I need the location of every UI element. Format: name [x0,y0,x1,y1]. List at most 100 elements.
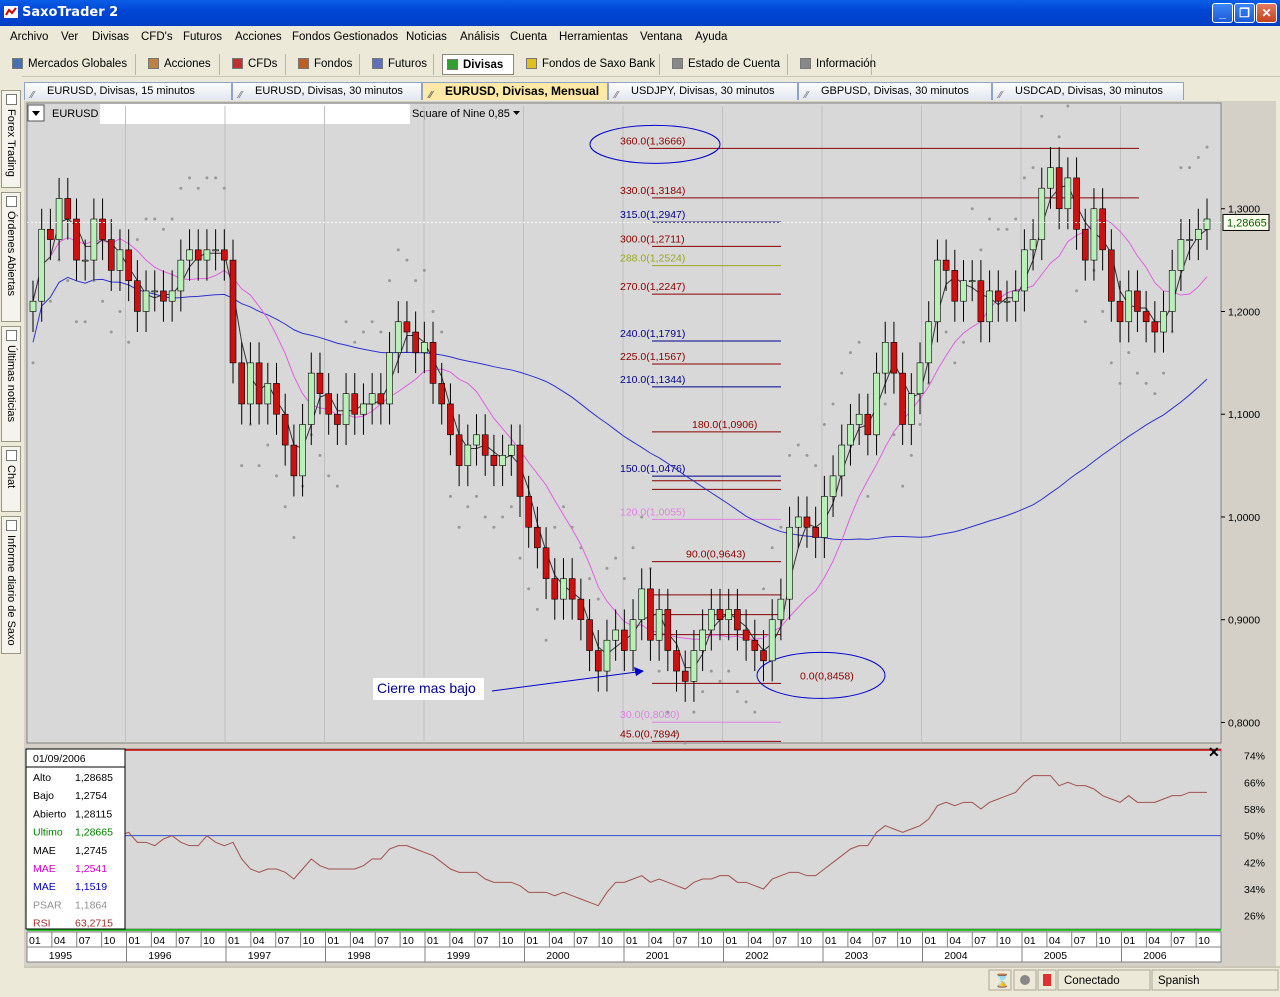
psar-dot [361,330,365,334]
candle-body [594,650,602,672]
menu-fondos-gestionados[interactable]: Fondos Gestionados [292,31,398,43]
candle-body [786,526,793,600]
candle-body [1195,228,1202,240]
price-tick: 1,1000 [1228,409,1260,421]
menu-herramientas[interactable]: Herramientas [559,31,628,43]
info-value: 1,2754 [75,790,107,802]
minimize-button[interactable]: _ [1212,3,1233,23]
close-button[interactable]: ✕ [1256,3,1277,23]
chart-tab-5[interactable]: ⁄⁄ USDCAD, Divisas, 30 minutos [992,82,1184,100]
psar-dot [709,669,713,673]
candle-body [290,444,298,477]
info-label: Bajo [33,790,54,802]
psar-dot [74,320,78,324]
psar-dot [596,597,600,601]
toolbar-mercados-globales[interactable]: Mercados Globales [8,54,136,75]
month-tick: 07 [676,935,688,947]
menu-ayuda[interactable]: Ayuda [695,31,727,43]
psar-dot [727,669,731,673]
toolbar-fondos-de-saxo-bank[interactable]: Fondos de Saxo Bank [522,54,660,75]
menu-divisas[interactable]: Divisas [92,31,129,43]
sidebar-tab-ordenes-abiertas[interactable]: Órdenes Abiertas [1,192,21,322]
chart-tab-0[interactable]: ⁄⁄ EURUSD, Divisas, 15 minutos [24,82,232,100]
candle-body [829,475,837,497]
candle-body [194,249,202,261]
psar-dot [109,330,113,334]
psar-dot [205,176,209,180]
menu-analisis[interactable]: Análisis [460,31,500,43]
candle-body [960,280,967,302]
psar-dot [396,248,400,252]
psar-dot [622,577,626,581]
candle-body [438,383,446,405]
candle-body [421,342,428,353]
month-tick: 10 [701,935,713,947]
month-tick: 01 [129,935,141,947]
chart-tab-4[interactable]: ⁄⁄ GBPUSD, Divisas, 30 minutos [798,82,992,100]
sidebar-tab-chat[interactable]: Chat [1,446,21,512]
psar-dot [1205,145,1209,149]
menu-ver[interactable]: Ver [61,31,78,43]
level-label: 270.0(1,2247) [620,281,685,293]
menu-ventana[interactable]: Ventana [640,31,682,43]
psar-dot [1162,371,1166,375]
psar-dot [561,505,565,509]
candle-body [212,249,219,252]
toolbar-fondos[interactable]: Fondos [294,54,360,75]
candle-body [334,413,341,425]
chart-tab-3[interactable]: ⁄⁄ USDJPY, Divisas, 30 minutos [608,82,798,100]
toolbar-acciones[interactable]: Acciones [144,54,220,75]
candle-body [855,413,863,425]
window-title: SaxoTrader 2 [22,5,119,20]
info-value: 63,2715 [75,918,113,930]
candle-body [1116,300,1124,323]
candle-body [838,444,846,477]
menu-cfd-s[interactable]: CFD's [141,31,173,43]
psar-dot [1083,320,1087,324]
month-tick: 04 [352,935,364,947]
toolbar-cfds[interactable]: CFDs [228,54,286,75]
chart-tab-icon: ⁄⁄ [615,90,619,100]
drawing-tool-label[interactable]: Square of Nine 0,85 [412,108,510,120]
chart-tab-icon: ⁄⁄ [999,90,1003,100]
chart-tab-2[interactable]: ⁄⁄ EURUSD, Divisas, Mensual [422,82,608,100]
menu-archivo[interactable]: Archivo [10,31,48,43]
level-label: 288.0(1,2524) [620,253,685,265]
psar-dot [753,710,757,714]
psar-dot [1153,392,1157,396]
futuros-icon [372,58,383,69]
candle-body [777,598,785,621]
toolbar-informacion[interactable]: Información [796,54,876,75]
candle-body [168,290,176,302]
psar-dot [605,566,609,570]
candle-body [255,362,263,405]
maximize-button[interactable]: ❐ [1234,3,1255,23]
toolbar-estado-de-cuenta[interactable]: Estado de Cuenta [668,54,788,75]
sidebar-tab-ultimas-noticias[interactable]: Últimas noticias [1,326,21,442]
sidebar-tab-informe-diario-de-saxo[interactable]: Informe diario de Saxo [1,516,21,654]
sidebar-tab-forex-trading[interactable]: Forex Trading [1,90,21,188]
menu-acciones[interactable]: Acciones [235,31,282,43]
candle-body [768,619,776,662]
toolbar-divisas[interactable]: Divisas [442,54,514,75]
menu-cuenta[interactable]: Cuenta [510,31,547,43]
month-tick: 01 [29,935,41,947]
language-status[interactable]: Spanish [1158,975,1200,987]
candle-body [699,629,706,651]
month-tick: 10 [999,935,1011,947]
close-pane-icon[interactable]: ✕ [1208,744,1220,760]
month-tick: 07 [79,935,91,947]
candle-body [734,609,741,631]
candle-body [1003,300,1011,303]
info-value: 1,1864 [75,899,107,911]
symbol-input[interactable] [100,104,410,124]
menu-noticias[interactable]: Noticias [406,31,447,43]
toolbar-futuros[interactable]: Futuros [368,54,434,75]
candle-body [1160,311,1167,333]
connection-status: Conectado [1064,975,1120,987]
candle-body [38,228,45,302]
chart-tab-1[interactable]: ⁄⁄ EURUSD, Divisas, 30 minutos [232,82,422,100]
menu-futuros[interactable]: Futuros [183,31,222,43]
level-label: 90.0(0,9643) [686,549,746,561]
psar-dot [970,207,974,211]
